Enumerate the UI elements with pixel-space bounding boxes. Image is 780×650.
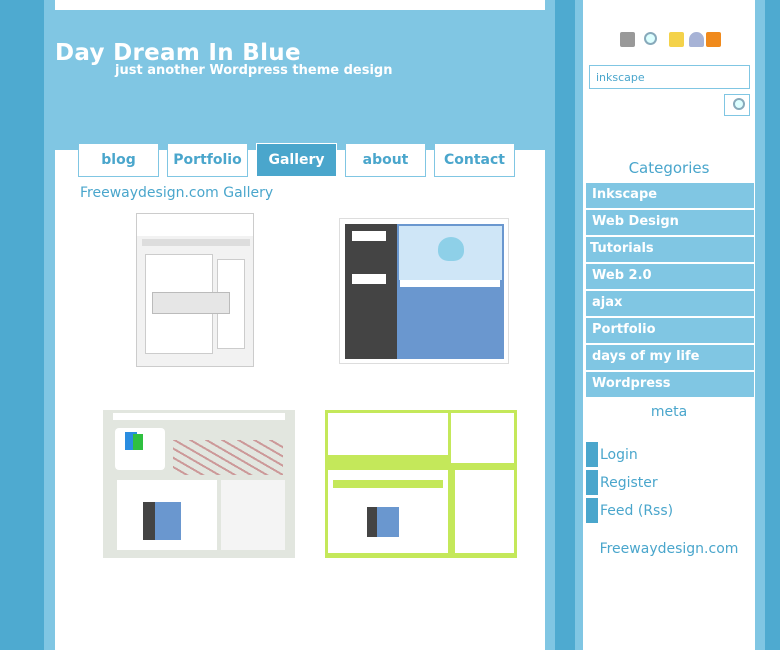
gallery-thumbnail[interactable] (339, 218, 509, 364)
tab-about[interactable]: about (345, 143, 426, 177)
gallery-thumbnail[interactable] (136, 213, 254, 367)
note-icon[interactable] (669, 32, 684, 47)
gallery-thumbnail[interactable] (325, 410, 517, 558)
tab-blog[interactable]: blog (78, 143, 159, 177)
tab-contact[interactable]: Contact (434, 143, 515, 177)
category-web-2-0[interactable]: Web 2.0 (586, 264, 754, 289)
meta-login-label: Login (600, 446, 638, 463)
tab-portfolio[interactable]: Portfolio (167, 143, 248, 177)
rss-icon[interactable] (706, 32, 721, 47)
tab-gallery[interactable]: Gallery (256, 143, 337, 177)
meta-feed[interactable]: Feed (Rss) (586, 498, 673, 523)
category-wordpress[interactable]: Wordpress (586, 372, 754, 397)
meta-register-label: Register (600, 474, 658, 491)
category-days-of-my-life[interactable]: days of my life (586, 345, 754, 370)
search-input[interactable] (589, 65, 750, 89)
meta-login[interactable]: Login (586, 442, 638, 467)
top-strip (55, 0, 545, 10)
categories-title: Categories (628, 159, 710, 177)
category-inkscape[interactable]: Inkscape (586, 183, 754, 208)
meta-title: meta (650, 404, 688, 420)
category-tutorials[interactable]: Tutorials (586, 237, 754, 262)
home-icon[interactable] (620, 32, 635, 47)
meta-feed-label: Feed (Rss) (600, 502, 674, 519)
sidebar-border (555, 0, 575, 650)
category-web-design[interactable]: Web Design (586, 210, 754, 235)
category-portfolio[interactable]: Portfolio (586, 318, 754, 343)
user-icon[interactable] (689, 32, 704, 47)
meta-register[interactable]: Register (586, 470, 658, 495)
search-icon[interactable] (644, 32, 657, 45)
footer-link[interactable]: Freewaydesign.com (583, 541, 755, 557)
gallery-title: Freewaydesign.com Gallery (80, 185, 274, 201)
gallery-thumbnail[interactable] (103, 410, 295, 558)
search-button[interactable] (724, 94, 750, 116)
site-tagline: just another Wordpress theme design (115, 63, 393, 78)
category-ajax[interactable]: ajax (586, 291, 754, 316)
search-icon (733, 98, 745, 110)
